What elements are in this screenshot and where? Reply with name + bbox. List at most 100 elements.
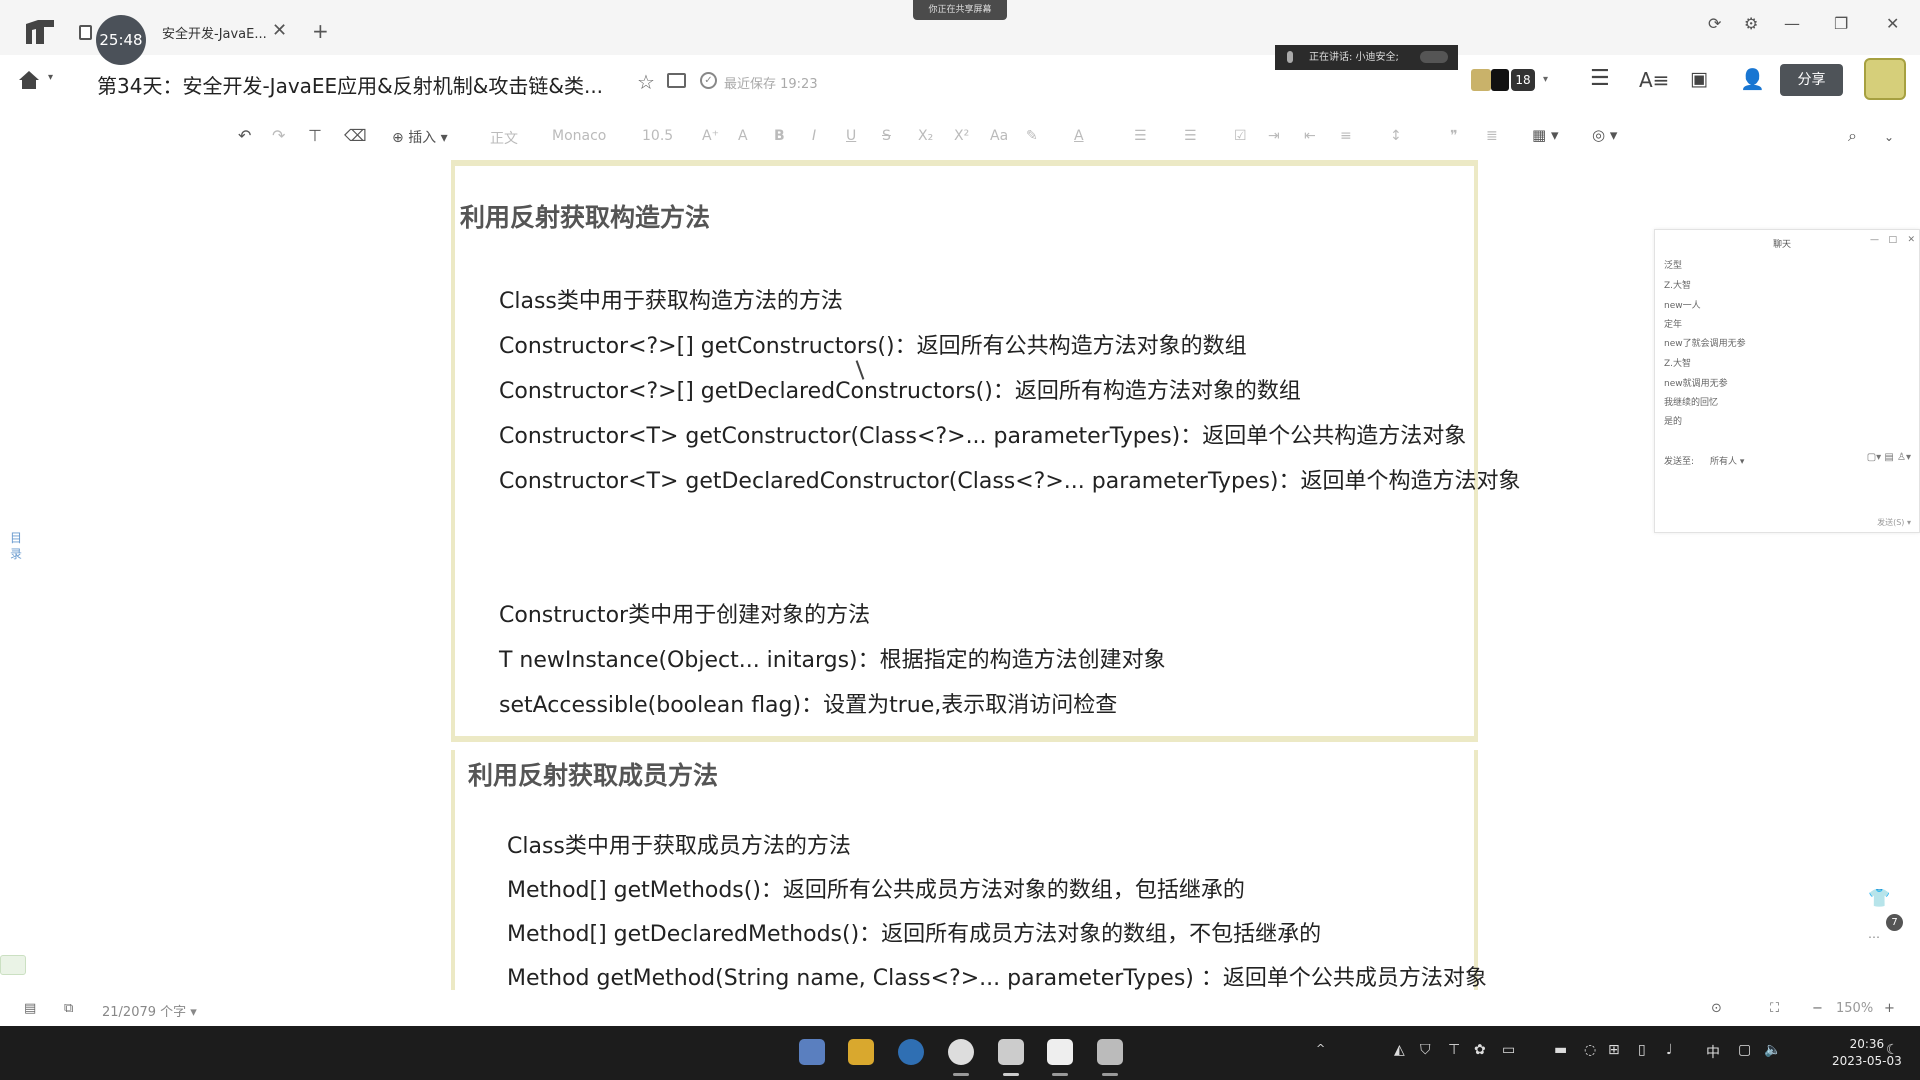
highlight-icon[interactable]: ✎ [1026, 128, 1038, 144]
paragraph-style-select[interactable]: 正文 [490, 128, 518, 148]
zoom-out-icon[interactable]: − [1812, 1001, 1823, 1016]
close-window-icon[interactable]: ✕ [1886, 14, 1899, 33]
bullet-list-icon[interactable]: ☰ [1134, 128, 1147, 144]
refresh-icon[interactable]: ⟳ [1708, 14, 1721, 33]
chat-tools-icon[interactable]: ▢▾ ▤ ♙▾ [1867, 452, 1911, 463]
table-of-contents-toggle[interactable]: 目录 [10, 530, 24, 562]
notes-app-icon[interactable] [998, 1039, 1024, 1065]
format-painter-icon[interactable]: ⊤ [308, 126, 322, 145]
chat-minimize-icon[interactable]: — [1870, 235, 1879, 245]
focus-mode-icon[interactable]: ⊙ [1711, 1001, 1722, 1016]
highlight-block-methods[interactable]: 利用反射获取成员方法 Class类中用于获取成员方法的方法 Method[] g… [451, 750, 1487, 991]
volume-icon[interactable]: 🔈 [1764, 1042, 1781, 1058]
folder-icon[interactable] [667, 73, 686, 88]
file-explorer-icon[interactable] [848, 1039, 874, 1065]
tray-app2-icon[interactable]: ◌ [1584, 1042, 1596, 1058]
member-count-badge[interactable]: 18 [1511, 69, 1535, 91]
text-style-icon[interactable]: Aa [990, 128, 1008, 144]
numbered-list-icon[interactable]: ☰ [1184, 128, 1197, 144]
home-caret-icon[interactable]: ▾ [48, 72, 53, 83]
tray-chat-icon[interactable]: ▬ [1554, 1042, 1567, 1058]
more-icon[interactable]: ⋯ [1868, 930, 1880, 944]
font-color-icon[interactable]: A [1074, 128, 1084, 144]
app-logo-icon[interactable] [24, 18, 56, 46]
start-menu-icon[interactable] [799, 1039, 825, 1065]
outline-toggle-icon[interactable] [0, 955, 26, 975]
word-count[interactable]: 21/2079 个字 ▾ [102, 1001, 197, 1020]
code-block-icon[interactable]: ≣ [1486, 128, 1498, 144]
tray-gear-icon[interactable]: ✿ [1474, 1042, 1486, 1058]
checklist-icon[interactable]: ☑ [1234, 128, 1247, 144]
share-button[interactable]: 分享 [1780, 64, 1843, 96]
screen-share-banner[interactable]: 你正在共享屏幕 [913, 0, 1007, 20]
document-title[interactable]: 第34天：安全开发-JavaEE应用&反射机制&攻击链&类... [97, 70, 603, 99]
collapse-toolbar-icon[interactable]: ⌄ [1884, 130, 1894, 144]
redo-icon[interactable]: ↷ [272, 126, 285, 145]
font-size-icon[interactable]: A≡ [1639, 68, 1669, 92]
star-icon[interactable]: ☆ [637, 70, 655, 94]
font-family-select[interactable]: Monaco [552, 128, 606, 144]
insert-button[interactable]: ⊕ 插入 ▾ [392, 127, 448, 147]
collaborators-icon[interactable]: 👤 [1740, 67, 1765, 91]
insert-table-icon[interactable]: ▦ ▾ [1532, 126, 1558, 144]
home-icon[interactable] [18, 70, 40, 90]
tray-grid-icon[interactable]: ⊞ [1608, 1042, 1620, 1058]
member-avatar[interactable] [1471, 69, 1491, 91]
chat-recipient-select[interactable]: 所有人 ▾ [1710, 454, 1744, 467]
tray-overflow-icon[interactable]: ^ [1316, 1042, 1325, 1055]
underline-icon[interactable]: U [846, 128, 856, 144]
settings-icon[interactable]: ⚙ [1744, 14, 1758, 33]
chat-send-button[interactable]: 发送(S) ▾ [1877, 517, 1911, 528]
tray-app-icon[interactable]: ◭ [1394, 1042, 1405, 1058]
present-icon[interactable]: ▣ [1690, 68, 1708, 90]
italic-icon[interactable]: I [812, 128, 816, 144]
notifications-icon[interactable]: ☾ [1886, 1042, 1899, 1058]
edge-browser-icon[interactable] [898, 1039, 924, 1065]
tray-display-icon[interactable]: ▭ [1502, 1042, 1515, 1058]
notification-badge[interactable]: 7 [1886, 914, 1903, 931]
chat-window[interactable]: 聊天 — □ ✕ 泛型 Z.大智 new一人 定年 new了就会调用无参 Z.大… [1654, 229, 1920, 533]
undo-icon[interactable]: ↶ [238, 126, 251, 145]
network-icon[interactable]: ▢ [1738, 1042, 1751, 1058]
restore-icon[interactable]: ❐ [1834, 14, 1848, 33]
tab-title[interactable]: 安全开发-JavaE... [162, 23, 267, 42]
chat-close-icon[interactable]: ✕ [1907, 235, 1915, 245]
font-size-select[interactable]: 10.5 [642, 128, 673, 144]
chrome-browser-icon[interactable] [948, 1039, 974, 1065]
minimize-icon[interactable]: — [1784, 14, 1800, 33]
tab-close-icon[interactable]: ✕ [272, 20, 287, 41]
quote-icon[interactable]: ❞ [1450, 128, 1458, 144]
strikethrough-icon[interactable]: S [882, 128, 891, 144]
outdent-icon[interactable]: ⇤ [1304, 128, 1316, 144]
search-icon[interactable]: ⌕ [1848, 126, 1857, 146]
page-view-icon[interactable]: ⧉ [64, 1001, 73, 1016]
battery-icon[interactable]: ▯ [1638, 1042, 1646, 1058]
chat-maximize-icon[interactable]: □ [1888, 235, 1897, 245]
input-method-indicator[interactable]: 中 [1706, 1042, 1720, 1062]
theme-shirt-icon[interactable]: 👕 [1868, 888, 1890, 909]
bold-icon[interactable]: B [774, 128, 785, 144]
microphone-tray-icon[interactable]: ♩ [1666, 1042, 1673, 1058]
line-spacing-icon[interactable]: ↕ [1390, 128, 1402, 144]
decrease-font-icon[interactable]: A [738, 128, 748, 144]
user-avatar[interactable] [1864, 58, 1906, 100]
meeting-app-icon[interactable] [1097, 1039, 1123, 1065]
highlight-block-constructors[interactable]: 利用反射获取构造方法 Class类中用于获取构造方法的方法 Constructo… [451, 160, 1521, 742]
eraser-icon[interactable]: ⌫ [344, 126, 367, 145]
outline-view-icon[interactable]: ▤ [24, 1001, 36, 1016]
zoom-in-icon[interactable]: + [1884, 1001, 1895, 1016]
new-tab-icon[interactable]: + [312, 19, 329, 43]
superscript-icon[interactable]: X² [954, 128, 969, 144]
increase-font-icon[interactable]: A⁺ [702, 128, 719, 144]
plugin-icon[interactable]: ◎ ▾ [1592, 126, 1617, 144]
indent-icon[interactable]: ⇥ [1268, 128, 1280, 144]
photos-app-icon[interactable] [1047, 1039, 1073, 1065]
subscript-icon[interactable]: X₂ [918, 128, 933, 144]
timer-badge[interactable]: 25:48 [96, 15, 146, 65]
menu-icon[interactable]: ☰ [1590, 66, 1610, 91]
zoom-level[interactable]: 150% [1836, 1001, 1873, 1016]
fullscreen-icon[interactable]: ⛶ [1770, 1001, 1779, 1016]
members-caret-icon[interactable]: ▾ [1543, 74, 1548, 85]
align-icon[interactable]: ≡ [1340, 128, 1352, 144]
member-avatar[interactable] [1491, 69, 1509, 91]
